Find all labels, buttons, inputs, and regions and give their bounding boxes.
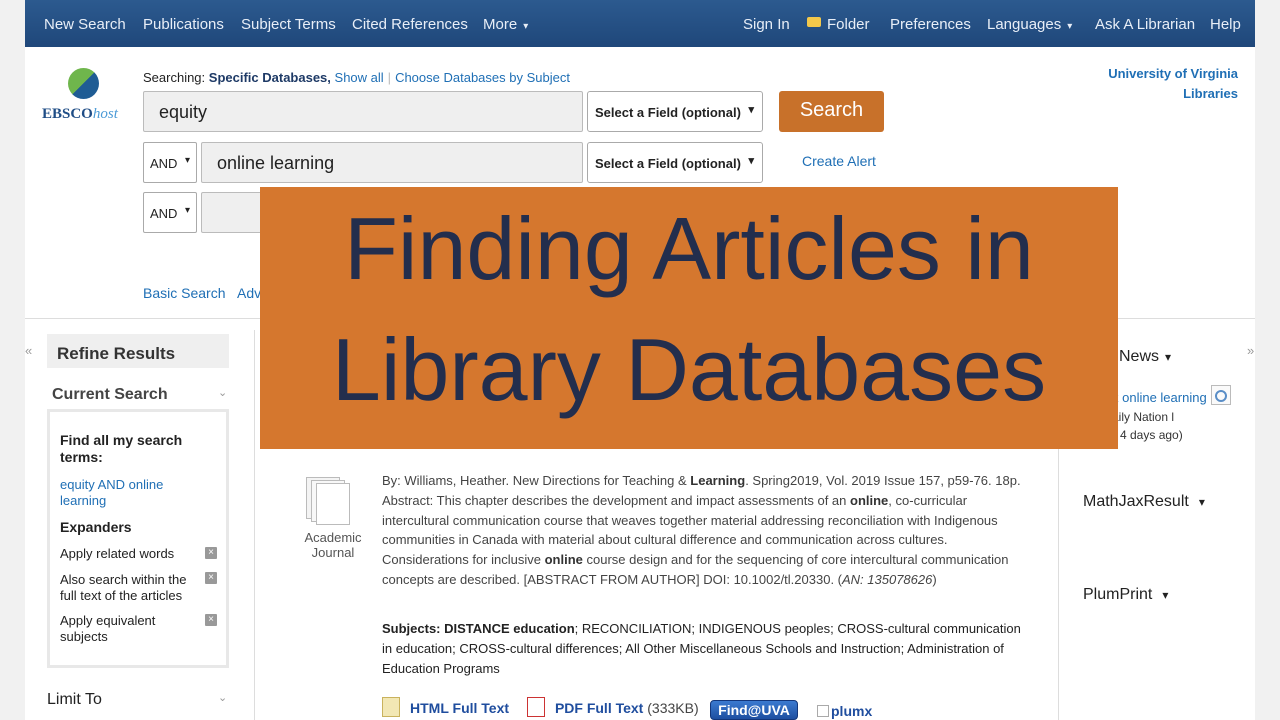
folder-icon: [807, 17, 821, 27]
nav-new-search[interactable]: New Search: [44, 16, 126, 33]
news-widget-toggle[interactable]: News: [1119, 348, 1171, 366]
nav-languages[interactable]: Languages: [987, 16, 1072, 33]
bool-select-3[interactable]: AND: [143, 192, 197, 233]
advanced-search-link[interactable]: Adv: [237, 285, 261, 301]
search-terms-link[interactable]: equity AND online learning: [60, 477, 190, 509]
remove-icon[interactable]: ×: [205, 614, 217, 626]
result-abstract: By: Williams, Heather. New Directions fo…: [382, 473, 1021, 587]
news-link[interactable]: k online learning: [1112, 390, 1207, 405]
expander-item: Apply related words: [60, 546, 175, 561]
remove-icon[interactable]: ×: [205, 547, 217, 559]
divider: [254, 330, 255, 720]
search-input-1[interactable]: equity: [143, 91, 583, 132]
nav-ask-librarian[interactable]: Ask A Librarian: [1095, 16, 1195, 33]
chevron-down-icon[interactable]: ⌄: [218, 691, 227, 704]
nav-help[interactable]: Help: [1210, 16, 1241, 33]
nav-more[interactable]: More: [483, 16, 528, 33]
overlay-title-line-2: Library Databases: [331, 320, 1047, 419]
document-type-label: Academic Journal: [304, 530, 362, 560]
basic-search-link[interactable]: Basic Search: [143, 285, 225, 301]
search-icon[interactable]: [1211, 385, 1231, 405]
field-select-2[interactable]: Select a Field (optional): [587, 142, 763, 183]
searching-databases: Searching: Specific Databases, Show all |…: [143, 70, 570, 85]
expander-item: Apply equivalent subjects: [60, 613, 156, 644]
globe-icon: [68, 68, 99, 99]
title-overlay-banner: Finding Articles in Library Databases: [260, 187, 1118, 449]
full-text-links: HTML Full Text PDF Full Text (333KB): [382, 697, 699, 720]
nav-sign-in[interactable]: Sign In: [743, 16, 790, 33]
find-at-uva-button[interactable]: Find@UVA: [710, 700, 798, 720]
remove-icon[interactable]: ×: [205, 572, 217, 584]
ebsco-page: New Search Publications Subject Terms Ci…: [25, 0, 1255, 720]
pdf-icon: [526, 697, 545, 717]
collapse-right-icon[interactable]: »: [1247, 343, 1254, 358]
refine-results-heading: Refine Results: [47, 334, 229, 368]
choose-databases-link[interactable]: Choose Databases by Subject: [395, 70, 570, 85]
plumx-link[interactable]: plumx: [817, 703, 872, 719]
pdf-size: (333KB): [647, 700, 699, 716]
search-input-2[interactable]: online learning: [201, 142, 583, 183]
chevron-down-icon[interactable]: ⌄: [218, 386, 227, 399]
pdf-full-text-link[interactable]: PDF Full Text: [555, 700, 643, 716]
ebscohost-logo[interactable]: EBSCOhost: [42, 66, 126, 126]
news-source: aily Nation l 4 days ago): [1112, 410, 1183, 442]
top-nav-bar: New Search Publications Subject Terms Ci…: [25, 0, 1255, 47]
mathjax-widget-toggle[interactable]: MathJaxResult: [1083, 493, 1205, 511]
bool-select-2[interactable]: AND: [143, 142, 197, 183]
find-all-label: Find all my search terms:: [60, 432, 183, 465]
overlay-title-line-1: Finding Articles in: [344, 199, 1034, 298]
limit-to-heading[interactable]: Limit To: [47, 691, 102, 709]
result-subjects: Subjects: DISTANCE education; RECONCILIA…: [382, 621, 1021, 676]
academic-journal-icon: [306, 477, 350, 525]
nav-cited-references[interactable]: Cited References: [352, 16, 468, 33]
broken-image-icon: [817, 705, 829, 717]
search-button[interactable]: Search: [779, 91, 884, 132]
expander-item: Also search within the full text of the …: [60, 572, 187, 603]
html-full-text-link[interactable]: HTML Full Text: [410, 700, 509, 716]
nav-subject-terms[interactable]: Subject Terms: [241, 16, 336, 33]
show-all-link[interactable]: Show all: [335, 70, 384, 85]
nav-preferences[interactable]: Preferences: [890, 16, 971, 33]
plumprint-widget-toggle[interactable]: PlumPrint: [1083, 586, 1168, 604]
nav-publications[interactable]: Publications: [143, 16, 224, 33]
nav-folder[interactable]: Folder: [827, 16, 870, 33]
expanders-label: Expanders: [60, 519, 132, 535]
institution-name[interactable]: University of Virginia Libraries: [1068, 64, 1238, 104]
field-select-1[interactable]: Select a Field (optional): [587, 91, 763, 132]
collapse-left-icon[interactable]: «: [25, 343, 32, 358]
create-alert-link[interactable]: Create Alert: [802, 153, 876, 169]
current-search-heading[interactable]: Current Search: [52, 386, 168, 404]
html-document-icon: [382, 697, 400, 717]
